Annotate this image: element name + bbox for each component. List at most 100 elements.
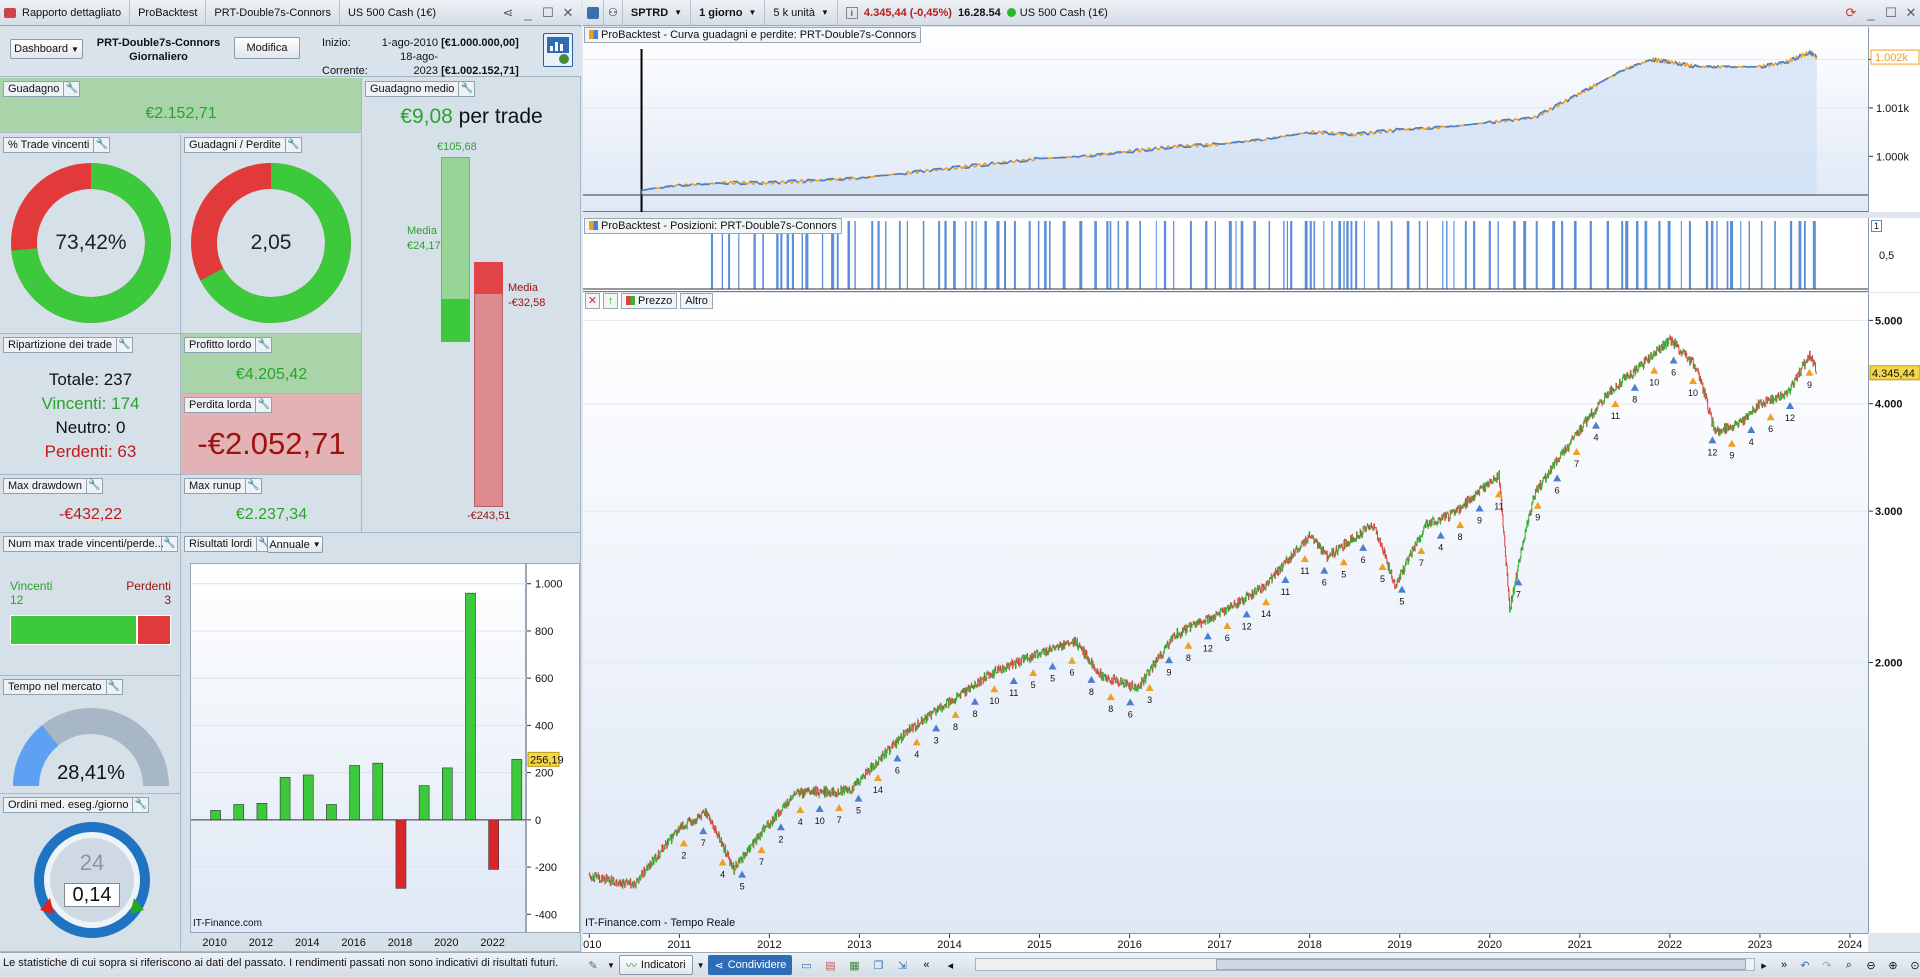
- undo-icon[interactable]: ↶: [1796, 959, 1814, 972]
- minimize-icon[interactable]: _: [1863, 6, 1879, 21]
- report-tab-system[interactable]: PRT-Double7s-Connors: [206, 0, 340, 26]
- timeframe-selector[interactable]: 1 giorno ▼: [691, 0, 766, 26]
- signal-label: 10: [989, 696, 999, 706]
- zoom-fit-icon[interactable]: ⌕: [1840, 959, 1858, 972]
- wrench-icon[interactable]: 🔧: [115, 337, 132, 353]
- window-icon[interactable]: ❐: [868, 959, 888, 972]
- maximize-icon[interactable]: ☐: [540, 5, 556, 21]
- position-bar: [971, 221, 974, 289]
- start-label: Inizio:: [322, 37, 351, 49]
- indicators-button[interactable]: 〰 Indicatori: [618, 955, 693, 975]
- equity-legend[interactable]: ProBacktest - Curva guadagni e perdite: …: [584, 27, 922, 43]
- buy-arrow-icon: [1359, 543, 1368, 551]
- wrench-icon[interactable]: 🔧: [244, 478, 261, 494]
- chevron-down-icon[interactable]: ▼: [607, 961, 615, 970]
- wrench-icon[interactable]: 🔧: [161, 536, 177, 552]
- report-settings-icon[interactable]: [543, 33, 573, 67]
- info-icon[interactable]: i: [845, 6, 858, 19]
- report-tab-detailed[interactable]: Rapporto dettagliato: [0, 0, 131, 26]
- date-tick-label: 2011: [668, 939, 692, 951]
- time-in-market-panel: Tempo nel mercato 🔧 28,41%: [0, 676, 181, 794]
- draw-tool-icon[interactable]: ✎: [583, 959, 603, 972]
- buy-arrow-icon: [1262, 598, 1271, 606]
- scroll-left-icon[interactable]: ◂: [940, 959, 960, 972]
- share-button[interactable]: ⋖ Condividere: [708, 955, 793, 975]
- report-app-icon: [4, 7, 16, 18]
- modify-button[interactable]: Modifica: [234, 37, 300, 59]
- signal-label: 7: [759, 857, 764, 867]
- comment-icon[interactable]: ▭: [796, 959, 816, 972]
- wrench-icon[interactable]: 🔧: [93, 137, 109, 153]
- chart-menu-icon[interactable]: [583, 0, 604, 26]
- report-tab-probacktest[interactable]: ProBacktest: [130, 0, 207, 26]
- scroll-left-double-icon[interactable]: «: [916, 959, 936, 971]
- zoom-out-icon[interactable]: ⊖: [1862, 959, 1880, 972]
- close-icon[interactable]: ✕: [1903, 5, 1919, 21]
- signal-label: 9: [1535, 513, 1540, 523]
- date-tick-label: 2017: [1207, 939, 1231, 951]
- loss-bar: [474, 262, 503, 507]
- positions-pane[interactable]: ProBacktest - Posizioni: PRT-Double7s-Co…: [583, 218, 1868, 292]
- wrench-icon[interactable]: 🔧: [255, 397, 271, 413]
- wrench-icon[interactable]: 🔧: [105, 679, 122, 695]
- wrench-icon[interactable]: 🔧: [132, 797, 148, 813]
- media-loss-value: -€32,58: [508, 297, 546, 309]
- report-tab-label: US 500 Cash (1€): [347, 6, 437, 19]
- signal-label: 8: [1186, 653, 1191, 663]
- scroll-right-icon[interactable]: ▸: [1756, 959, 1772, 972]
- altro-button[interactable]: Altro: [680, 293, 713, 309]
- chart-bottom-toolbar: ✎ ▼ 〰 Indicatori ▼ ⋖ Condividere ▭ ▤ ▦ ❐ ⇲…: [583, 953, 960, 977]
- table-icon[interactable]: ▤: [820, 959, 840, 972]
- wrench-icon[interactable]: 🔧: [63, 81, 79, 97]
- signal-label: 2: [778, 834, 783, 844]
- consecutive-trades-tab: Num max trade vincenti/perde... 🔧: [3, 536, 178, 552]
- units-selector[interactable]: 5 k unità ▼: [765, 0, 838, 26]
- signal-label: 11: [1009, 688, 1018, 698]
- close-icon[interactable]: ✕: [560, 5, 576, 21]
- losers-count: 3: [164, 593, 171, 607]
- equity-pane[interactable]: ProBacktest - Curva guadagni e perdite: …: [583, 27, 1868, 212]
- position-bar: [1705, 221, 1709, 289]
- positions-legend[interactable]: ProBacktest - Posizioni: PRT-Double7s-Co…: [584, 218, 842, 234]
- price-legend[interactable]: Prezzo: [621, 293, 678, 309]
- period-dropdown[interactable]: Annuale ▼: [267, 536, 323, 553]
- link-icon[interactable]: ⚇: [604, 0, 623, 26]
- buy-arrow-icon: [1145, 684, 1154, 692]
- redo-icon[interactable]: ↷: [1818, 959, 1836, 972]
- symbol-selector[interactable]: SPTRD ▼: [623, 0, 692, 26]
- zoom-reset-icon[interactable]: ⊙: [1906, 959, 1920, 972]
- buy-arrow-icon: [1397, 585, 1406, 593]
- scroll-right-double-icon[interactable]: »: [1776, 959, 1792, 971]
- wrench-icon[interactable]: 🔧: [255, 337, 271, 353]
- buy-arrow-icon: [1009, 676, 1018, 684]
- add-pane-icon[interactable]: ↑: [603, 293, 618, 309]
- wrench-icon[interactable]: 🔧: [284, 137, 301, 153]
- wrench-icon[interactable]: 🔧: [458, 81, 474, 97]
- report-tab-instrument[interactable]: US 500 Cash (1€): [340, 0, 444, 26]
- price-pane[interactable]: 2 7 4 5 7 2 4 10 7 5 14 6 4 3 8 8 10 11 5 5 6 8 8 6 3 9 8 12 6 12 14 11…: [583, 293, 1868, 933]
- dashboard-dropdown[interactable]: Dashboard ▼: [10, 39, 83, 59]
- share-icon[interactable]: ⋖: [500, 5, 516, 21]
- grid-icon[interactable]: ▦: [844, 959, 864, 972]
- signal-label: 4: [914, 749, 919, 759]
- chevron-down-icon[interactable]: ▼: [697, 961, 705, 970]
- equity-current-label: 1.002k: [1875, 52, 1909, 64]
- maximize-icon[interactable]: ☐: [1883, 5, 1899, 21]
- gross-profit-value: €4.205,42: [235, 366, 308, 383]
- gain-loss-panel: Guadagni / Perdite 🔧 2,05: [181, 134, 362, 334]
- breakdown-tab-label: Ripartizione dei trade: [8, 339, 112, 351]
- refresh-icon[interactable]: ⟳: [1843, 5, 1859, 21]
- bar-2022: [488, 819, 499, 870]
- status-bar: Le statistiche di cui sopra si riferisco…: [0, 952, 1920, 976]
- scrollbar-thumb[interactable]: [1216, 959, 1746, 970]
- position-bar: [1338, 221, 1342, 289]
- time-scrollbar[interactable]: [975, 958, 1755, 971]
- breakdown-total: Totale: 237: [48, 370, 133, 389]
- zoom-in-icon[interactable]: ⊕: [1884, 959, 1902, 972]
- close-pane-icon[interactable]: ✕: [585, 293, 600, 309]
- export-icon[interactable]: ⇲: [892, 959, 912, 972]
- position-bar: [1013, 221, 1016, 289]
- signal-label: 9: [1477, 516, 1482, 526]
- wrench-icon[interactable]: 🔧: [85, 478, 102, 494]
- minimize-icon[interactable]: _: [520, 6, 536, 21]
